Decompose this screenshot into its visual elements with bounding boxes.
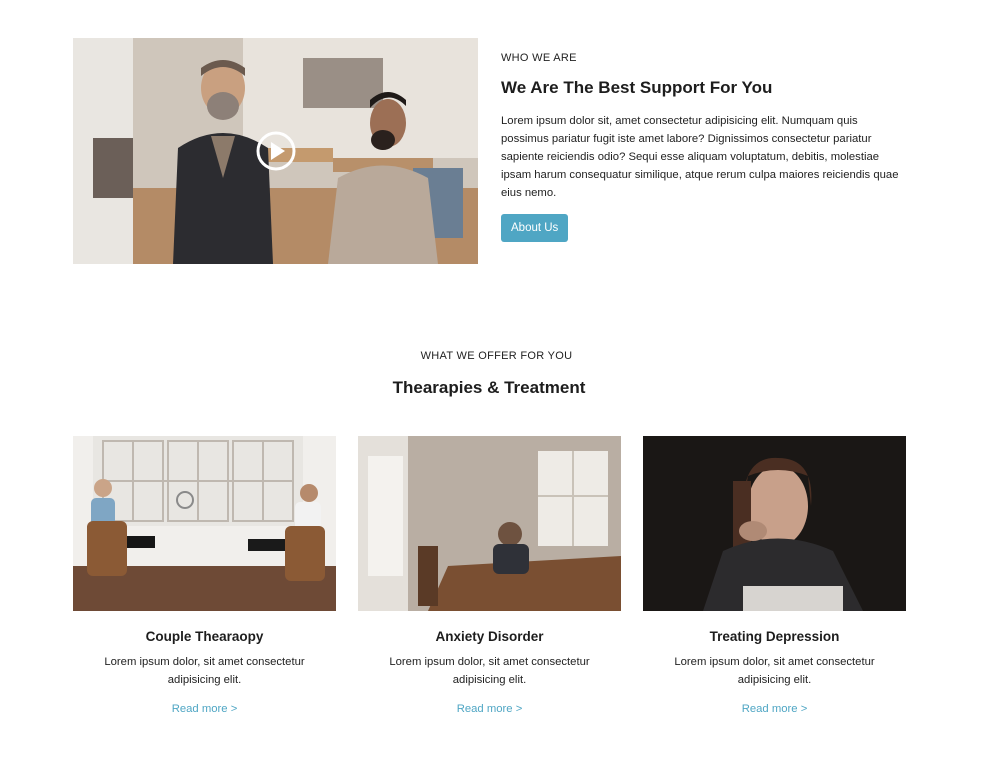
therapy-card-depression: Treating Depression Lorem ipsum dolor, s… [643,436,906,726]
card-title: Anxiety Disorder [435,629,544,644]
treating-depression-photo [643,436,906,611]
card-title: Couple Thearaopy [145,629,264,644]
video-thumbnail[interactable] [73,38,478,264]
read-more-link[interactable]: Read more > [643,703,906,715]
anxiety-disorder-photo [358,436,621,611]
offer-eyebrow: WHAT WE OFFER FOR YOU [420,350,573,362]
offer-title: Thearapies & Treatment [392,378,586,397]
read-more-link[interactable]: Read more > [73,703,336,715]
card-image [73,436,336,611]
card-title: Treating Depression [709,629,840,644]
card-image [358,436,621,611]
therapy-card-couple: Couple Thearaopy Lorem ipsum dolor, sit … [73,436,336,726]
card-image [643,436,906,611]
read-more-link[interactable]: Read more > [358,703,621,715]
therapy-card-anxiety: Anxiety Disorder Lorem ipsum dolor, sit … [358,436,621,726]
about-section: WHO WE ARE We Are The Best Support For Y… [73,38,906,264]
play-circle-icon[interactable] [256,131,296,171]
card-text: Lorem ipsum dolor, sit amet consectetur … [389,656,590,686]
couple-therapy-photo [73,436,336,611]
card-text: Lorem ipsum dolor, sit amet consectetur … [674,656,875,686]
about-us-button[interactable]: About Us [501,214,569,242]
about-body: Lorem ipsum dolor sit, amet consectetur … [501,115,899,199]
card-text: Lorem ipsum dolor, sit amet consectetur … [104,656,305,686]
about-title: We Are The Best Support For You [501,78,773,97]
about-eyebrow: WHO WE ARE [501,52,577,64]
